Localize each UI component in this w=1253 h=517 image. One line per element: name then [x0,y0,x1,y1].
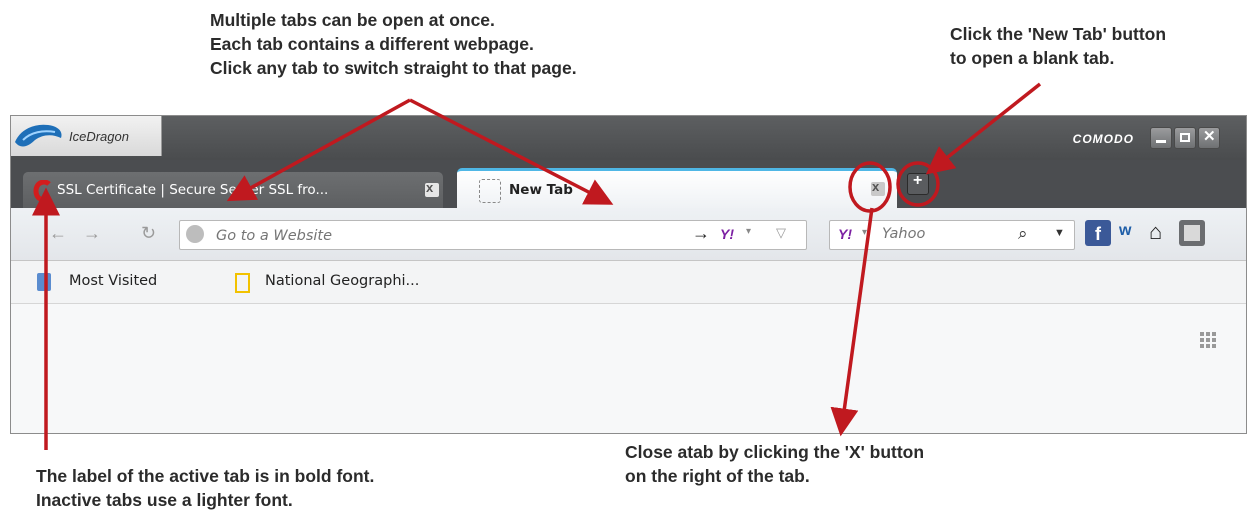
dropdown-arrow-icon[interactable]: ▾ [862,227,867,238]
callout-newtab-line2: to open a blank tab. [950,48,1115,68]
bookmarks-toolbar: Most Visited National Geographi... [11,261,1246,304]
yahoo-logo-icon[interactable]: Y! [720,226,734,242]
address-bar[interactable]: → Y! ▾ ▽ [179,220,807,250]
search-icon[interactable]: ⌕ [1018,224,1028,244]
tab-label-active: New Tab [509,182,573,198]
globe-icon [186,225,204,243]
callout-close-line2: on the right of the tab. [625,466,810,486]
bookmark-most-visited[interactable]: Most Visited [69,273,157,289]
callout-close: Close atab by clicking the 'X' button on… [625,440,924,488]
close-icon: x [872,179,880,194]
search-input[interactable] [880,225,994,243]
bookmark-folder-icon [37,273,51,291]
comodo-c-icon [33,180,51,202]
callout-active-line2: Inactive tabs use a lighter font. [36,490,293,510]
callout-newtab: Click the 'New Tab' button to open a bla… [950,22,1166,70]
home-icon[interactable]: ⌂ [1149,219,1162,245]
callout-tabs: Multiple tabs can be open at once. Each … [210,8,577,80]
dropdown-arrow-icon[interactable]: ▾ [746,226,751,237]
natgeo-icon [235,273,250,293]
tab-close-button[interactable]: x [871,179,885,196]
address-input[interactable] [214,225,678,247]
bookmark-national-geographic[interactable]: National Geographi... [265,273,419,289]
callout-tabs-line3: Click any tab to switch straight to that… [210,58,577,78]
w-social-icon[interactable]: w [1119,222,1131,240]
tab-ssl-certificate[interactable]: SSL Certificate | Secure Server SSL fro.… [23,172,443,208]
navigation-bar: ← → ↻ → Y! ▾ ▽ Y! ▾ ⌕ ▼ f w ⌂ [11,208,1246,261]
chevron-down-icon[interactable]: ▼ [1054,227,1065,239]
extension-icon[interactable] [1179,220,1205,246]
new-tab-button[interactable]: + [907,172,929,195]
callout-tabs-line2: Each tab contains a different webpage. [210,34,534,54]
dragon-logo-icon [15,124,62,147]
maximize-button[interactable] [1174,127,1196,149]
plus-icon: + [913,172,923,189]
brand-area: IceDragon [11,116,162,156]
browser-window: IceDragon COMODO ✕ SSL Certificate | Sec… [10,115,1247,434]
callout-active: The label of the active tab is in bold f… [36,464,374,512]
callout-newtab-line1: Click the 'New Tab' button [950,24,1167,44]
callout-close-line1: Close atab by clicking the 'X' button [625,442,925,462]
tab-close-button[interactable]: x [425,180,439,197]
callout-active-line1: The label of the active tab is in bold f… [36,466,375,486]
search-engine-icon[interactable]: Y! [838,226,852,242]
callout-tabs-line1: Multiple tabs can be open at once. [210,10,495,30]
blank-page-icon [479,179,501,203]
tab-strip: SSL Certificate | Secure Server SSL fro.… [11,160,1246,211]
close-icon: x [426,180,434,195]
title-bar[interactable]: IceDragon COMODO ✕ [11,116,1246,160]
back-button[interactable]: ← [49,223,67,244]
tab-label-inactive: SSL Certificate | Secure Server SSL fro.… [57,182,329,198]
forward-button[interactable]: → [83,223,101,244]
vendor-label: COMODO [1072,132,1134,146]
search-box[interactable]: Y! ▾ ⌕ ▼ [829,220,1075,250]
reload-button[interactable]: ↻ [141,223,156,244]
go-arrow-icon[interactable]: → [692,223,710,244]
minimize-button[interactable] [1150,127,1172,149]
tab-new-tab[interactable]: New Tab x [457,168,897,211]
bookmark-star-icon[interactable]: ▽ [776,225,786,241]
apps-grid-icon[interactable] [1200,332,1216,348]
brand-label: IceDragon [69,129,129,144]
facebook-icon[interactable]: f [1085,220,1111,246]
page-content[interactable] [11,304,1246,433]
close-window-button[interactable]: ✕ [1198,127,1220,149]
